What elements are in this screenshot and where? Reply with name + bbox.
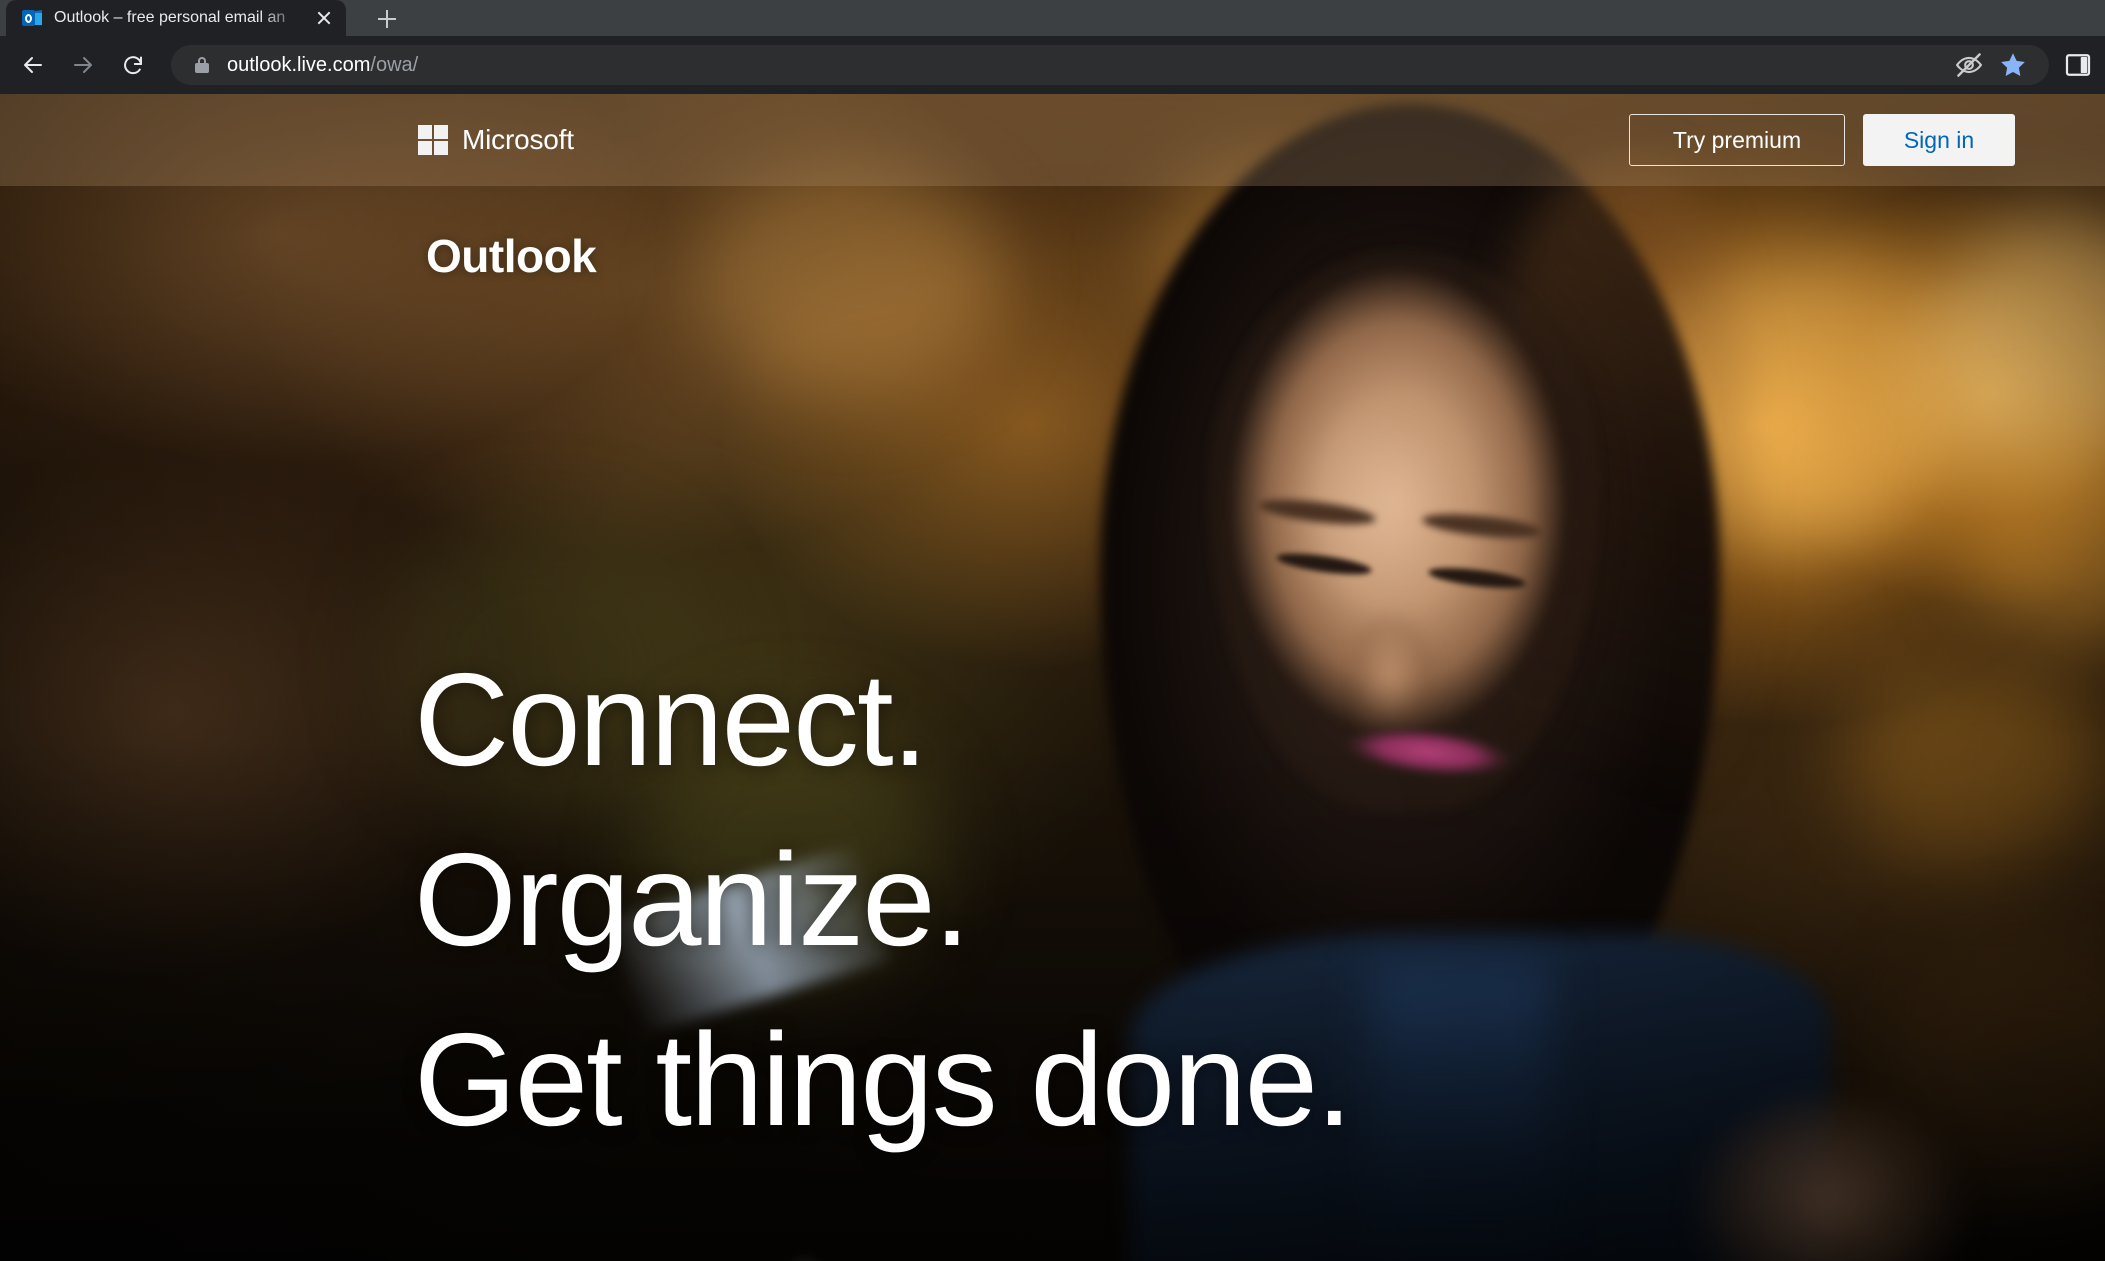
new-tab-button[interactable]	[372, 4, 402, 34]
omnibox-actions	[1947, 45, 2035, 85]
back-button[interactable]	[13, 45, 53, 85]
bookmark-button[interactable]	[1991, 45, 2035, 85]
browser-tab-outlook[interactable]: Outlook – free personal email an	[6, 0, 346, 36]
close-icon[interactable]	[310, 4, 338, 32]
reload-button[interactable]	[113, 45, 153, 85]
headline-line-3: Get things done.	[414, 1014, 1351, 1146]
reload-icon	[121, 53, 145, 77]
tab-strip: Outlook – free personal email an	[0, 0, 2105, 36]
back-arrow-icon	[21, 53, 45, 77]
sign-in-button[interactable]: Sign in	[1863, 114, 2015, 166]
microsoft-logo[interactable]: Microsoft	[418, 124, 574, 156]
site-header: Microsoft Try premium Sign in	[0, 94, 2105, 186]
headline-line-1: Connect.	[414, 654, 1351, 786]
split-view-icon	[2063, 50, 2093, 80]
outlook-brandmark: Outlook	[426, 229, 596, 283]
side-panel-button[interactable]	[2049, 45, 2093, 85]
microsoft-wordmark: Microsoft	[462, 124, 574, 156]
lock-icon	[193, 55, 211, 75]
star-icon	[1998, 50, 2028, 80]
forward-arrow-icon	[71, 53, 95, 77]
outlook-favicon	[22, 8, 42, 28]
url-path: /owa/	[370, 54, 418, 76]
tracking-protection-button[interactable]	[1947, 45, 1991, 85]
header-actions: Try premium Sign in	[1629, 114, 2105, 166]
microsoft-squares-icon	[418, 125, 448, 155]
url-host: outlook.live.com	[227, 54, 370, 76]
address-bar[interactable]: outlook.live.com/owa/	[171, 45, 2049, 85]
url-text: outlook.live.com/owa/	[227, 54, 418, 77]
try-premium-button[interactable]: Try premium	[1629, 114, 1845, 166]
hero-headline: Connect. Organize. Get things done.	[414, 654, 1351, 1146]
browser-toolbar: outlook.live.com/owa/	[0, 36, 2105, 94]
headline-line-2: Organize.	[414, 834, 1351, 966]
tab-title: Outlook – free personal email an	[54, 9, 306, 27]
page-viewport: Microsoft Try premium Sign in Outlook Co…	[0, 94, 2105, 1261]
toolbar-right-actions	[2049, 45, 2105, 85]
eye-slash-icon	[1954, 50, 1984, 80]
browser-window: Outlook – free personal email an	[0, 0, 2105, 1261]
forward-button[interactable]	[63, 45, 103, 85]
